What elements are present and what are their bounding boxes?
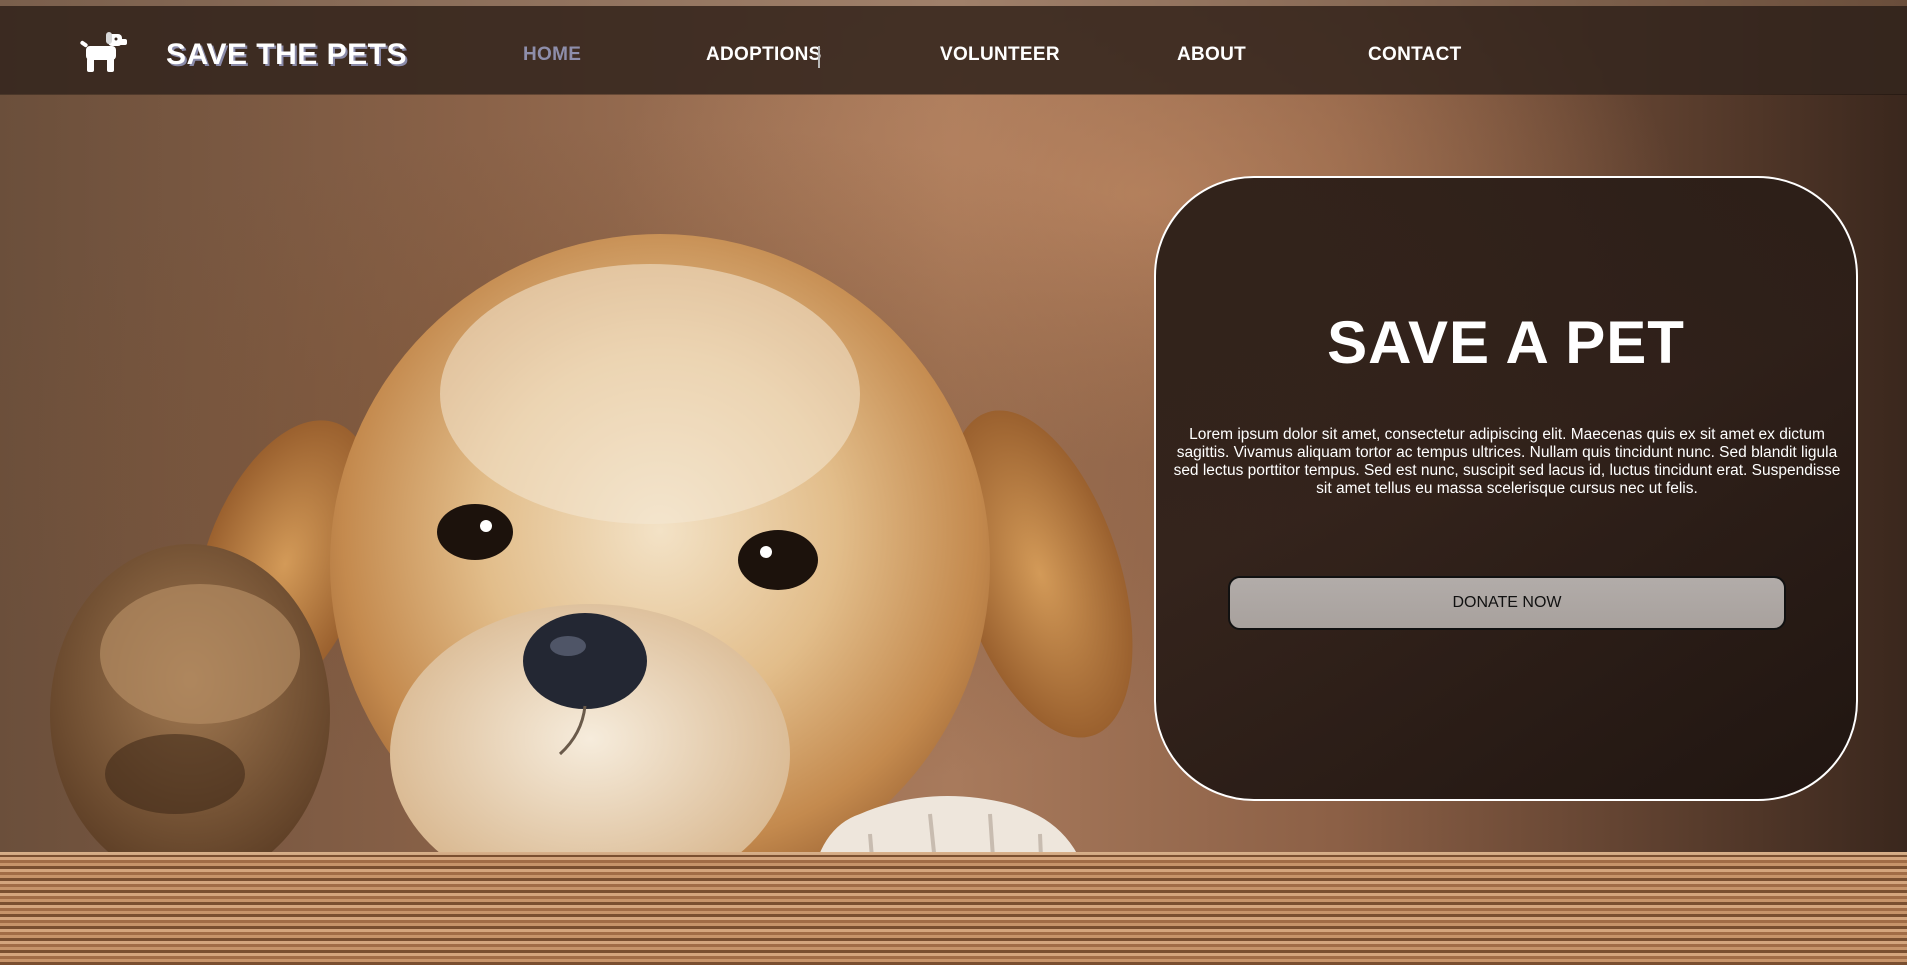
puppy-photo bbox=[50, 234, 1133, 965]
navbar: SAVE THE PETS HOME ADOPTIONS VOLUNTEER A… bbox=[0, 6, 1907, 94]
dog-icon[interactable] bbox=[80, 30, 128, 74]
card-title: SAVE A PET bbox=[1327, 309, 1685, 376]
save-a-pet-card: SAVE A PET Lorem ipsum dolor sit amet, c… bbox=[1154, 176, 1858, 801]
donate-now-button[interactable]: DONATE NOW bbox=[1228, 576, 1786, 630]
nav-about-link[interactable]: ABOUT bbox=[1177, 44, 1246, 66]
wooden-ledge bbox=[0, 855, 1907, 965]
card-description: Lorem ipsum dolor sit amet, consectetur … bbox=[1173, 426, 1841, 497]
nav-contact-link[interactable]: CONTACT bbox=[1368, 44, 1462, 66]
nav-home-link[interactable]: HOME bbox=[523, 44, 581, 66]
nav-volunteer-link[interactable]: VOLUNTEER bbox=[940, 44, 1060, 66]
nav-separator bbox=[818, 46, 820, 68]
page: SAVE THE PETS HOME ADOPTIONS VOLUNTEER A… bbox=[0, 0, 1907, 965]
nav-adoptions-link[interactable]: ADOPTIONS bbox=[706, 44, 822, 66]
brand-title[interactable]: SAVE THE PETS bbox=[166, 38, 407, 72]
